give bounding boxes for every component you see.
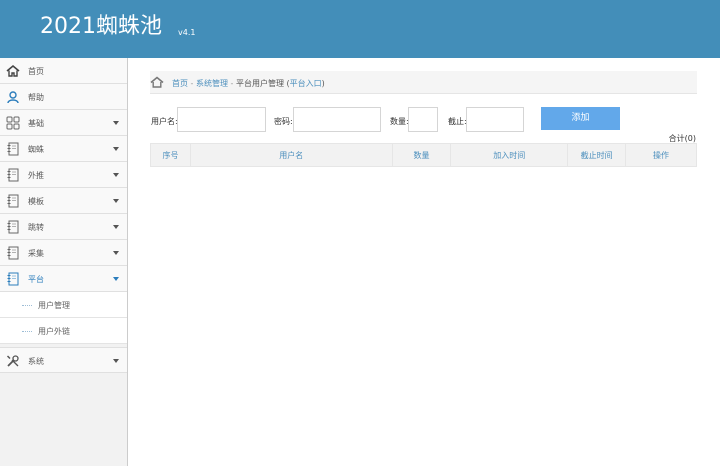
chevron-down-icon <box>113 225 119 229</box>
deadline-label: 截止: <box>448 117 467 126</box>
top-header: 2021蜘蛛池 v4.1 <box>0 0 720 58</box>
column-header-actions[interactable]: 操作 <box>625 143 697 167</box>
sidebar-item-system[interactable]: 系统 <box>0 347 127 373</box>
chevron-down-icon <box>113 251 119 255</box>
sidebar-item-label: 跳转 <box>28 223 44 232</box>
sidebar-subitem-user-management[interactable]: 用户管理 <box>0 292 127 318</box>
column-header-deadline[interactable]: 截止时间 <box>567 143 627 167</box>
tools-icon <box>6 355 19 367</box>
platform-entry-link[interactable]: 平台入口 <box>290 79 322 88</box>
sidebar-item-label: 系统 <box>28 357 44 366</box>
sidebar-subitem-user-links[interactable]: 用户外链 <box>0 318 127 344</box>
sidebar-item-label: 首页 <box>28 67 44 76</box>
password-input[interactable] <box>293 107 381 132</box>
table-header-row: 序号 用户名 数量 加入时间 截止时间 操作 <box>150 143 697 167</box>
breadcrumb-home-link[interactable]: 首页 <box>172 79 188 88</box>
chevron-down-icon <box>113 277 119 281</box>
user-table: 序号 用户名 数量 加入时间 截止时间 操作 <box>150 143 697 167</box>
column-header-join-time[interactable]: 加入时间 <box>450 143 569 167</box>
grid-icon <box>6 116 20 130</box>
sidebar-item-collect[interactable]: 采集 <box>0 240 127 266</box>
tree-connector <box>22 305 32 306</box>
username-label: 用户名: <box>151 117 178 126</box>
sidebar-subitem-label: 用户外链 <box>38 327 70 336</box>
sidebar-item-label: 蜘蛛 <box>28 145 44 154</box>
sidebar-item-label: 帮助 <box>28 93 44 102</box>
sidebar-item-label: 平台 <box>28 275 44 284</box>
home-icon <box>150 76 164 88</box>
username-input[interactable] <box>177 107 266 132</box>
brand-title[interactable]: 2021蜘蛛池 <box>40 13 162 41</box>
sidebar-item-label: 模板 <box>28 197 44 206</box>
notebook-icon <box>7 220 19 234</box>
breadcrumb-section-link[interactable]: 系统管理 <box>196 79 228 88</box>
sidebar-item-home[interactable]: 首页 <box>0 58 127 84</box>
notebook-icon <box>7 168 19 182</box>
chevron-down-icon <box>113 199 119 203</box>
sidebar-item-label: 采集 <box>28 249 44 258</box>
sidebar: 首页 帮助 基础 蜘蛛 外推 模板 跳转 采集 平台 用户管理 用户外链 系统 <box>0 58 128 466</box>
sidebar-item-platform[interactable]: 平台 <box>0 266 127 292</box>
quantity-label: 数量: <box>390 117 409 126</box>
sidebar-submenu-platform: 用户管理 用户外链 <box>0 292 127 344</box>
version-label: v4.1 <box>178 28 196 37</box>
chevron-down-icon <box>113 121 119 125</box>
sidebar-item-help[interactable]: 帮助 <box>0 84 127 110</box>
breadcrumb-path: 首页 - 系统管理 - 平台用户管理 (平台入口) <box>172 78 325 89</box>
tree-connector <box>22 331 32 332</box>
column-header-index[interactable]: 序号 <box>150 143 191 167</box>
chevron-down-icon <box>113 147 119 151</box>
quantity-input[interactable] <box>408 107 438 132</box>
notebook-icon <box>7 272 19 286</box>
sidebar-item-basic[interactable]: 基础 <box>0 110 127 136</box>
notebook-icon <box>7 194 19 208</box>
deadline-input[interactable] <box>466 107 524 132</box>
column-header-username[interactable]: 用户名 <box>189 143 393 167</box>
sidebar-item-template[interactable]: 模板 <box>0 188 127 214</box>
breadcrumb-close-paren: ) <box>321 79 325 88</box>
sidebar-item-label: 基础 <box>28 119 44 128</box>
notebook-icon <box>7 246 19 260</box>
column-header-quantity[interactable]: 数量 <box>391 143 452 167</box>
user-help-icon <box>7 91 19 104</box>
breadcrumb-current: 平台用户管理 ( <box>235 79 290 88</box>
sidebar-item-outreach[interactable]: 外推 <box>0 162 127 188</box>
chevron-down-icon <box>113 359 119 363</box>
chevron-down-icon <box>113 173 119 177</box>
sidebar-subitem-label: 用户管理 <box>38 301 70 310</box>
breadcrumb-separator: - <box>188 79 196 88</box>
breadcrumb: 首页 - 系统管理 - 平台用户管理 (平台入口) <box>150 71 697 94</box>
sidebar-item-label: 外推 <box>28 171 44 180</box>
home-icon <box>6 64 20 77</box>
sidebar-item-redirect[interactable]: 跳转 <box>0 214 127 240</box>
sidebar-item-spider[interactable]: 蜘蛛 <box>0 136 127 162</box>
notebook-icon <box>7 142 19 156</box>
breadcrumb-separator: - <box>227 79 236 88</box>
password-label: 密码: <box>274 117 293 126</box>
add-button[interactable]: 添加 <box>541 107 620 130</box>
